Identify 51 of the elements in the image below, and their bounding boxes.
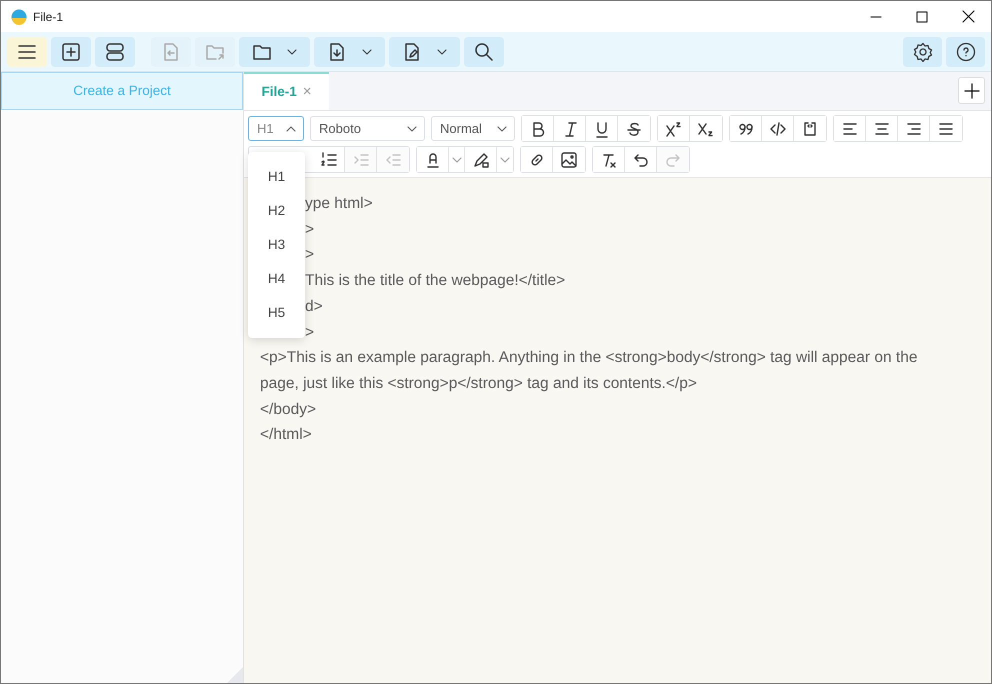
stacked-rows-button[interactable]: [95, 36, 135, 66]
close-icon: [962, 10, 974, 23]
minimize-icon: [870, 16, 882, 18]
help-icon: [956, 42, 976, 62]
menu-item[interactable]: H1: [248, 160, 305, 194]
code-line: >: [305, 245, 314, 266]
code-line: ype html>: [305, 194, 373, 214]
plus-icon: [962, 82, 980, 100]
new-tab-button[interactable]: [958, 77, 985, 104]
window-title: File-1: [33, 8, 64, 26]
size-select[interactable]: Normal: [431, 116, 515, 141]
maximize-icon: [916, 10, 928, 22]
search-icon: [474, 42, 494, 62]
code-line: <p>This is an example paragraph. Anything in the <strong>body</strong> tag will appear on the page, just like this <strong>p</strong> tag and its contents.</p>: [260, 348, 918, 394]
app-logo-icon: [11, 8, 27, 24]
highlighter-icon: [472, 150, 490, 168]
superscript-button[interactable]: [658, 116, 690, 141]
menu-item[interactable]: H5: [248, 296, 305, 330]
bold-button[interactable]: [522, 116, 554, 141]
clear-format-button[interactable]: [593, 147, 625, 172]
plus-square-icon: [61, 42, 81, 62]
superscript-icon: [664, 120, 682, 138]
font-select[interactable]: Roboto: [310, 116, 425, 141]
quote-button[interactable]: [730, 116, 762, 141]
menu-item[interactable]: H2: [248, 194, 305, 228]
settings-icon: [912, 42, 932, 62]
code-line: </body>: [260, 400, 318, 420]
code-line: This is the title of the webpage!</title>: [305, 271, 566, 292]
file-pencil-button[interactable]: [389, 36, 460, 66]
menu-item[interactable]: H3: [248, 228, 305, 262]
code-icon: [768, 120, 786, 138]
stacked-rows-icon: [105, 42, 125, 62]
plus-square-button[interactable]: [51, 36, 91, 66]
help-button[interactable]: [946, 36, 985, 66]
ordered-list-icon: [320, 150, 338, 168]
code-line: >: [305, 322, 314, 343]
menu-button[interactable]: [7, 36, 47, 66]
heading-select[interactable]: H1: [248, 116, 304, 141]
search-button[interactable]: [464, 36, 504, 66]
menu-item[interactable]: H4: [248, 262, 305, 296]
folder-button[interactable]: [239, 36, 310, 66]
file-download-button[interactable]: [314, 36, 385, 66]
resize-grip-icon[interactable]: [227, 667, 243, 683]
code-line: d>: [305, 296, 323, 317]
settings-button[interactable]: [903, 36, 942, 66]
code-line: </html>: [260, 425, 313, 446]
link-button[interactable]: [521, 147, 553, 172]
image-icon: [560, 150, 578, 168]
code-line: >: [305, 220, 314, 240]
text-color-button[interactable]: [417, 147, 449, 172]
align-left-button[interactable]: [834, 116, 866, 141]
